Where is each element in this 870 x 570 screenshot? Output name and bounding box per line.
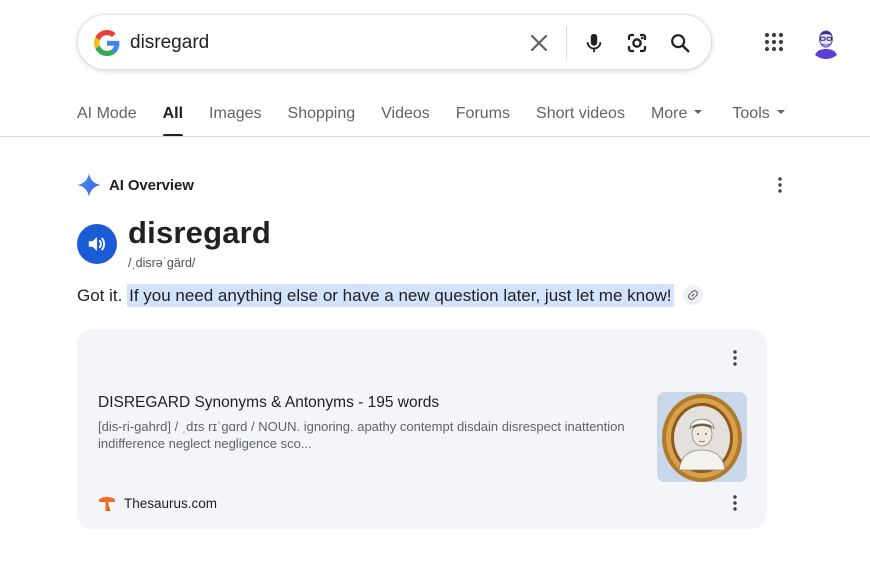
tools-caret-icon (776, 109, 785, 114)
card-menu-button-bottom[interactable] (723, 491, 747, 515)
ai-answer: Got it. If you need anything else or hav… (77, 284, 704, 307)
tab-all[interactable]: All (162, 96, 184, 137)
card-menu-button-top[interactable] (723, 346, 747, 370)
phonetic: /ˌdisrəˈɡärd/ (128, 256, 196, 270)
tab-short-videos[interactable]: Short videos (536, 96, 625, 136)
google-g-icon (94, 30, 120, 56)
headword: disregard (128, 215, 272, 250)
search-input[interactable] (130, 29, 510, 57)
search-divider (566, 26, 567, 60)
citation-link-button[interactable] (683, 284, 704, 305)
account-avatar[interactable] (809, 25, 843, 59)
thesaurus-favicon-icon (99, 497, 115, 511)
voice-search-button[interactable] (578, 27, 610, 59)
search-bar[interactable] (77, 14, 712, 70)
portrait-thumbnail-image (657, 392, 747, 482)
source-title[interactable]: DISREGARD Synonyms & Antonyms - 195 word… (98, 394, 439, 412)
tab-shopping[interactable]: Shopping (288, 96, 356, 136)
user-avatar-icon (814, 30, 838, 59)
clear-search-button[interactable] (523, 27, 555, 59)
answer-text: Got it. (77, 286, 123, 305)
lens-search-button[interactable] (621, 27, 653, 59)
ai-overview-title: AI Overview (109, 176, 194, 194)
tools-button[interactable]: Tools (732, 96, 785, 136)
answer-highlight: If you need anything else or have a new … (127, 284, 674, 307)
tab-ai-mode[interactable]: AI Mode (77, 96, 137, 136)
link-icon (688, 289, 699, 300)
gemini-sparkle-icon (77, 173, 101, 197)
source-thumbnail[interactable] (657, 392, 747, 482)
mic-icon (586, 33, 602, 53)
ai-overview-menu-button[interactable] (768, 173, 792, 197)
tabs-divider (0, 136, 870, 137)
source-card[interactable]: DISREGARD Synonyms & Antonyms - 195 word… (77, 329, 767, 529)
more-vert-icon (733, 350, 737, 366)
search-button[interactable] (664, 27, 696, 59)
more-caret-icon (694, 109, 703, 114)
tab-forums[interactable]: Forums (456, 96, 510, 136)
search-tabs: AI Mode All Images Shopping Videos Forum… (77, 96, 811, 137)
google-apps-button[interactable] (760, 28, 788, 56)
tab-images[interactable]: Images (209, 96, 261, 136)
speaker-icon (88, 237, 106, 251)
pronunciation-button[interactable] (77, 224, 117, 264)
apps-grid-icon (764, 32, 784, 52)
source-site[interactable]: Thesaurus.com (98, 494, 217, 512)
ai-overview-header: AI Overview (77, 172, 194, 198)
tab-videos[interactable]: Videos (381, 96, 430, 136)
tab-more[interactable]: More (651, 96, 703, 136)
clear-icon (530, 34, 548, 52)
source-site-name: Thesaurus.com (124, 495, 218, 511)
more-vert-icon (778, 177, 782, 193)
search-icon (671, 34, 690, 53)
source-snippet: [dis-ri-gahrd] / ˌdɪs rɪˈgɑrd / NOUN. ig… (98, 419, 625, 451)
more-vert-icon (733, 495, 737, 511)
lens-icon (627, 33, 647, 53)
